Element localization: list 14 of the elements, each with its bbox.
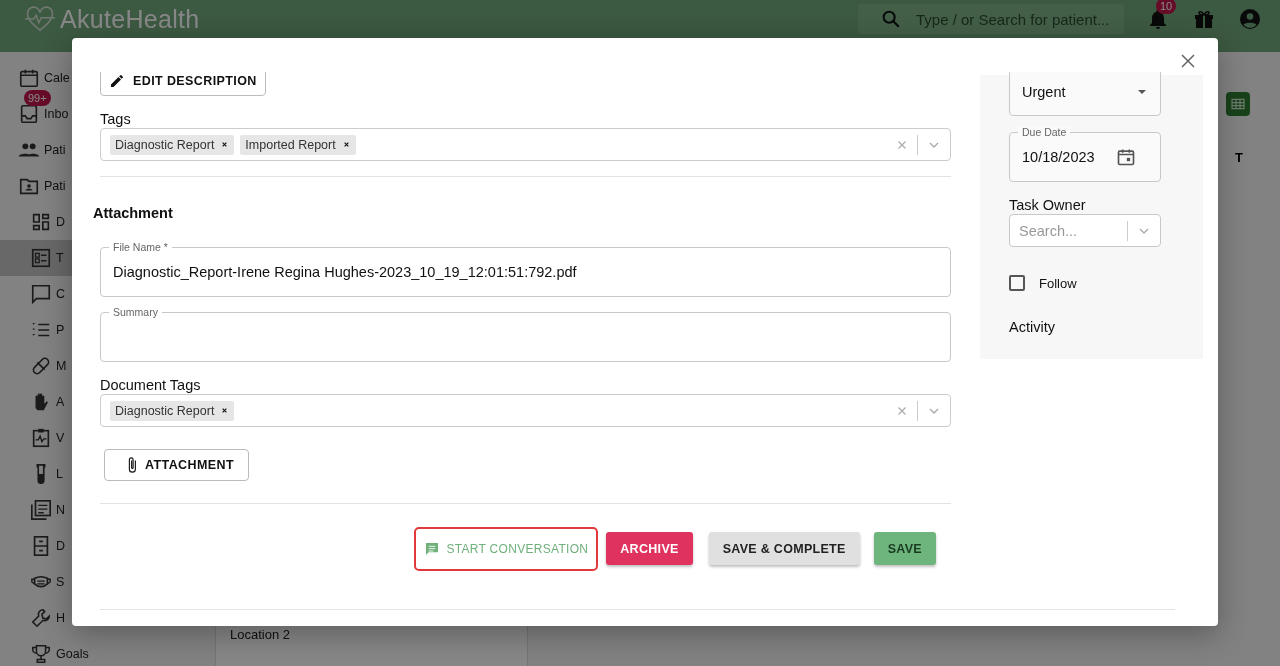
tag-chip: Imported Report (240, 134, 356, 155)
unread-count: 99+ (24, 90, 51, 106)
tags-label: Tags (100, 110, 131, 128)
notification-count: 10 (1156, 0, 1177, 14)
app-logo: AkuteHealth (60, 4, 200, 34)
location-text: Location 2 (230, 627, 291, 642)
follow-label: Follow (1039, 275, 1077, 291)
task-owner-label: Task Owner (1009, 196, 1086, 214)
section-heading: Attachment (93, 204, 173, 222)
tag-chip: Diagnostic Report (110, 134, 235, 155)
document-tags-label: Document Tags (100, 376, 201, 394)
tag-chip: Diagnostic Report (110, 400, 235, 421)
activity-heading: Activity (1009, 318, 1055, 336)
column-header: T (1235, 150, 1243, 165)
